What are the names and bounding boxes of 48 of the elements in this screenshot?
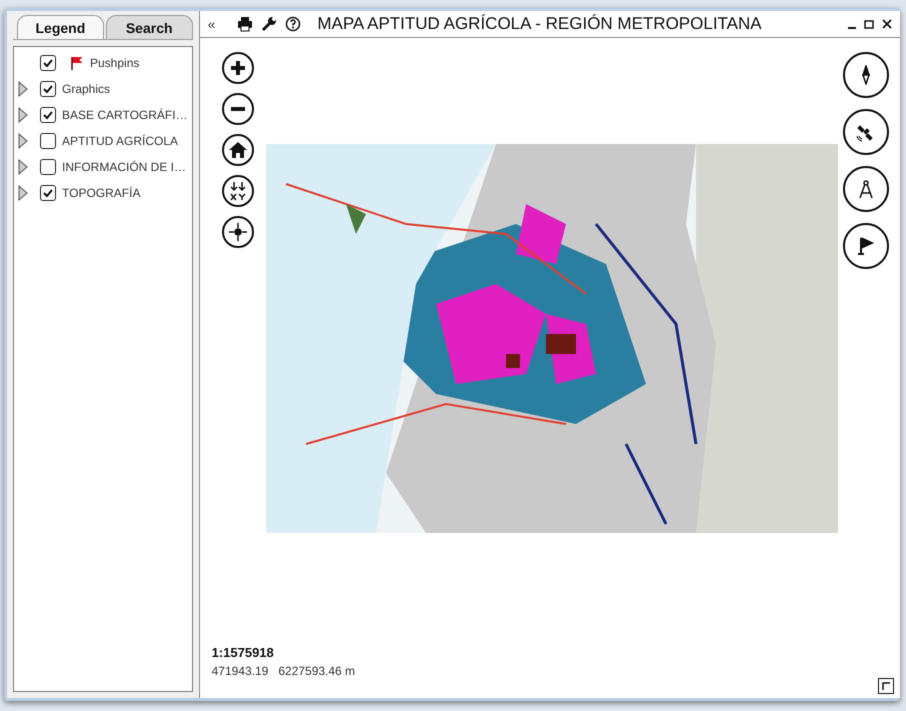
crosshair-button[interactable] [222,216,254,248]
arrows-button[interactable] [222,175,254,207]
check-icon [43,84,53,94]
check-icon [43,188,53,198]
check-icon [43,58,53,68]
map-scale: 1:1575918 [212,645,275,660]
print-icon[interactable] [237,16,254,32]
tab[interactable]: Legend [17,15,104,39]
checkbox[interactable] [40,55,56,71]
expand-arrow-icon[interactable] [18,133,28,149]
layer-label: BASE CARTOGRÁFI… [62,108,188,122]
compass-button[interactable] [842,52,889,98]
help-icon[interactable] [285,16,302,32]
satellite-button[interactable] [842,109,889,155]
resize-handle-icon[interactable] [878,678,894,694]
layer-label: APTITUD AGRÍCOLA [62,134,178,148]
checkbox[interactable] [40,185,56,201]
zoom-out-button[interactable] [222,93,254,125]
window-title: MAPA APTITUD AGRÍCOLA - REGIÓN METROPOLITANA [316,14,763,34]
expand-arrow-icon[interactable] [18,159,28,175]
checkbox[interactable] [40,133,56,149]
checkbox[interactable] [40,107,56,123]
flag-icon [856,236,876,256]
tab[interactable]: Search [106,15,193,39]
home-icon [228,140,248,160]
expand-arrow-icon[interactable] [18,185,28,201]
checkbox[interactable] [40,159,56,175]
expand-arrow-icon[interactable] [18,107,28,123]
expand-arrow-icon[interactable] [18,81,28,97]
layer-label: TOPOGRAFÍA [62,186,140,200]
check-icon [43,110,53,120]
layer-label: INFORMACIÓN DE I… [62,160,186,174]
zoom-in-button[interactable] [222,52,254,84]
arrows-icon [228,181,248,201]
collapse-button[interactable]: « [208,16,216,32]
x-coordinate: 471943.19 [212,664,268,678]
crosshair-icon [228,222,248,242]
wrench-icon[interactable] [261,16,278,32]
close-icon[interactable] [882,19,892,29]
maximize-icon[interactable] [864,19,874,29]
y-coordinate: 6227593.46 m [278,664,356,678]
home-button[interactable] [222,134,254,166]
flag-icon [70,56,84,70]
layer-label: Graphics [62,82,110,96]
drafting-compass-button[interactable] [842,166,889,212]
flag-button[interactable] [842,223,889,269]
layer-label: Pushpins [90,56,140,70]
checkbox[interactable] [40,81,56,97]
